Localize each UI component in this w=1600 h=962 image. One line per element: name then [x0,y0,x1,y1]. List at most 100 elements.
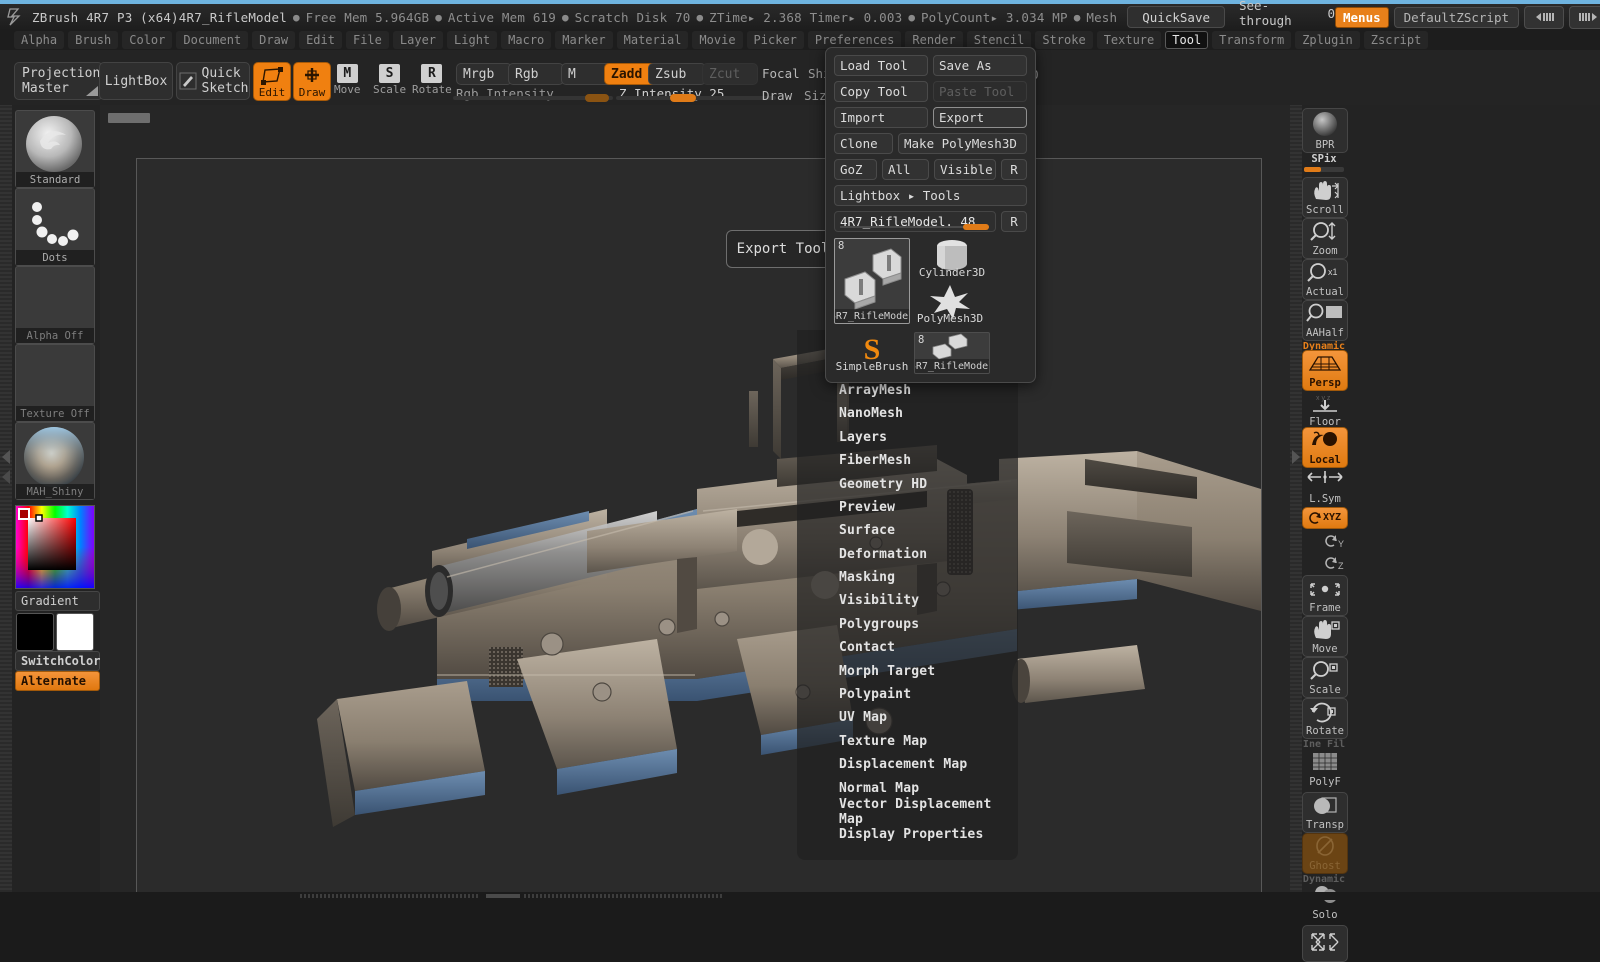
tool-thumb-simplebrush[interactable]: S SimpleBrush [834,332,910,374]
current-tool-slider[interactable]: 4R7_RifleModel. 48 [834,211,996,232]
scale-transform-button[interactable]: Scale [1302,657,1348,698]
persp-button[interactable]: Persp [1302,350,1348,391]
tool-submenu-display-properties[interactable]: Display Properties [797,823,1018,846]
tool-submenu-geometry-hd[interactable]: Geometry HD [797,472,1018,495]
menu-item-alpha[interactable]: Alpha [14,31,65,49]
lightbox-button[interactable]: LightBox [99,62,173,100]
lsym-button[interactable]: L.Sym [1302,468,1348,507]
tool-thumb-cylinder[interactable]: Cylinder3D [914,238,990,280]
tool-submenu-vector-displacement-map[interactable]: Vector Displacement Map [797,797,1018,827]
menu-item-transform[interactable]: Transform [1212,31,1292,49]
projection-master-button[interactable]: Projection Master [14,62,103,100]
rgb-intensity-track[interactable] [453,94,613,102]
zsub-button[interactable]: Zsub [648,63,706,85]
quicksave-button[interactable]: QuickSave [1127,6,1225,28]
move-transform-button[interactable]: Move [1302,616,1348,657]
menu-item-draw[interactable]: Draw [252,31,296,49]
menu-item-zplugin[interactable]: Zplugin [1295,31,1360,49]
tool-submenu-nanomesh[interactable]: NanoMesh [797,402,1018,425]
left-tray-scrollstrip[interactable] [0,105,12,900]
quick-sketch-button[interactable]: Quick Sketch [176,62,250,100]
tool-thumb-polymesh3d[interactable]: PolyMesh3D [912,284,988,326]
tool-submenu-fibermesh[interactable]: FiberMesh [797,449,1018,472]
frame-button[interactable]: Frame [1302,575,1348,616]
tool-submenu-visibility[interactable]: Visibility [797,589,1018,612]
current-tool-r-button[interactable]: R [1001,211,1027,232]
zoom-button[interactable]: Zoom [1302,218,1348,259]
brush-slot[interactable]: Standard [15,110,95,188]
polyf-button[interactable]: PolyF [1302,749,1348,790]
bpr-button[interactable]: BPR [1302,108,1348,153]
scroll-right-icon[interactable] [1569,5,1600,29]
zscript-name[interactable]: DefaultZScript [1393,6,1519,28]
material-slot[interactable]: MAH_Shiny [15,422,95,500]
switchcolor-button[interactable]: SwitchColor [15,651,100,671]
solo-button[interactable]: Solo [1302,884,1348,923]
menus-button[interactable]: Menus [1335,6,1389,28]
document-frame[interactable]: Export Tool [136,158,1262,893]
import-button[interactable]: Import [834,107,928,128]
menu-item-texture[interactable]: Texture [1096,31,1162,49]
copy-tool-button[interactable]: Copy Tool [834,81,928,102]
menu-item-file[interactable]: File [345,31,389,49]
visible-button[interactable]: Visible [934,159,996,180]
rotate-transform-button[interactable]: Rotate [1302,698,1348,739]
scale-button[interactable]: S Scale [373,64,406,96]
floor-button[interactable]: x y z Floor [1302,391,1348,430]
scroll-button[interactable]: Scroll [1302,177,1348,218]
rifle-model-viewport[interactable] [137,159,1261,892]
clone-button[interactable]: Clone [834,133,893,154]
make-polymesh3d-button[interactable]: Make PolyMesh3D [898,133,1027,154]
actual-button[interactable]: x1 Actual [1302,259,1348,300]
secondary-color-swatch[interactable] [56,613,94,651]
tool-submenu-morph-target[interactable]: Morph Target [797,659,1018,682]
goz-button[interactable]: GoZ [834,159,877,180]
alternate-button[interactable]: Alternate [15,671,100,691]
menu-item-zscript[interactable]: Zscript [1363,31,1429,49]
rgb-button[interactable]: Rgb [508,63,564,85]
menu-item-layer[interactable]: Layer [392,31,444,49]
transp-button[interactable]: Transp [1302,792,1348,833]
main-color-swatch[interactable] [16,613,54,651]
all-button[interactable]: All [882,159,929,180]
tool-submenu-deformation[interactable]: Deformation [797,543,1018,566]
alpha-slot[interactable]: Alpha Off [15,266,95,344]
menu-item-light[interactable]: Light [447,31,498,49]
bottom-handle[interactable] [486,894,520,898]
z-intensity-track[interactable] [616,94,776,102]
canvas-area[interactable]: Export Tool [100,105,1290,900]
mrgb-button[interactable]: Mrgb [456,63,512,85]
visible-r-button[interactable]: R [1001,159,1027,180]
tool-submenu-polygroups[interactable]: Polygroups [797,613,1018,636]
lightbox-tools-button[interactable]: Lightbox ▸ Tools [834,185,1027,206]
stroke-slot[interactable]: Dots [15,188,95,266]
gradient-button[interactable]: Gradient [15,591,100,611]
tool-submenu-layers[interactable]: Layers [797,426,1018,449]
left-tray-collapse-arrow2-icon[interactable] [2,470,10,484]
aahalf-button[interactable]: AAHalf [1302,300,1348,341]
scroll-left-icon[interactable] [1524,5,1564,29]
tool-thumb-rifle-selected[interactable]: 8 4R7_RifleModel [834,238,910,324]
tool-submenu-surface[interactable]: Surface [797,519,1018,542]
load-tool-button[interactable]: Load Tool [834,55,928,76]
rotate-button[interactable]: R Rotate [412,64,452,96]
menu-item-picker[interactable]: Picker [746,31,804,49]
tool-submenu-preview[interactable]: Preview [797,496,1018,519]
menu-item-color[interactable]: Color [122,31,173,49]
menu-item-document[interactable]: Document [176,31,249,49]
left-tray-collapse-arrow-icon[interactable] [2,450,10,464]
rotate-y-button[interactable]: Y [1302,531,1352,551]
texture-slot[interactable]: Texture Off [15,344,95,422]
menu-item-movie[interactable]: Movie [692,31,743,49]
menu-item-brush[interactable]: Brush [68,31,119,49]
menu-item-edit[interactable]: Edit [299,31,342,49]
tool-submenu-masking[interactable]: Masking [797,566,1018,589]
tool-thumb-rifle-2[interactable]: 8 4R7_RifleModel [914,332,990,374]
draw-button[interactable]: Draw [293,62,331,101]
zcut-button[interactable]: Zcut [702,63,758,85]
right-tray-scrollstrip[interactable] [1290,105,1302,900]
export-button[interactable]: Export [933,107,1027,128]
local-button[interactable]: Local [1302,427,1348,468]
xyz-button[interactable]: XYZ [1302,507,1348,529]
tool-submenu-texture-map[interactable]: Texture Map [797,730,1018,753]
